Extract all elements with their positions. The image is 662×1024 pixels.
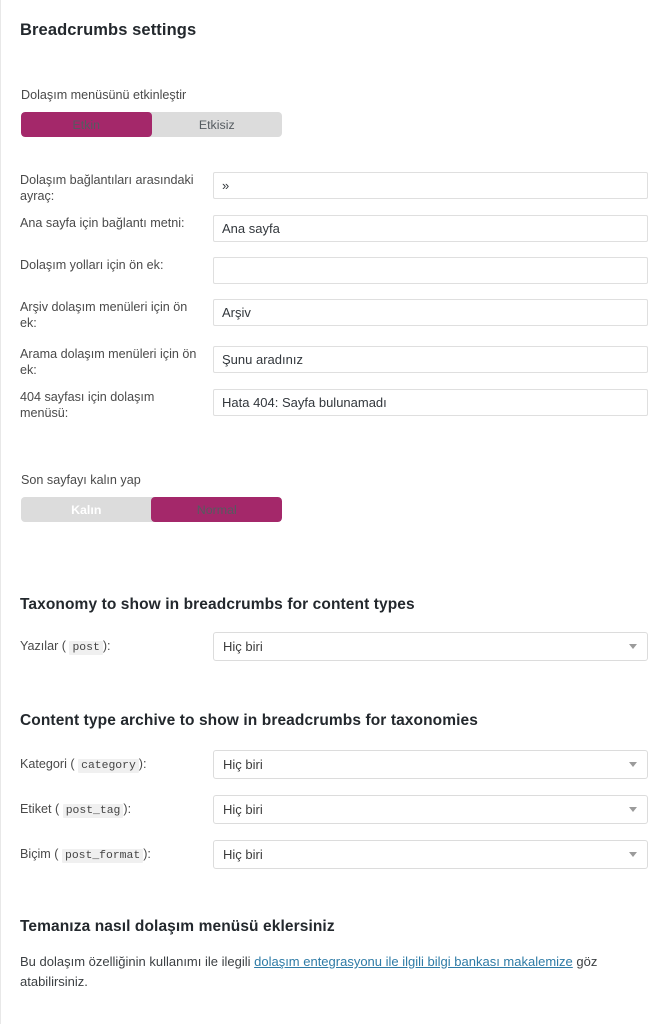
archive-prefix-label: Arşiv dolaşım menüleri için ön ek: xyxy=(20,300,188,330)
category-select[interactable]: Hiç biri xyxy=(213,750,648,779)
label-text-before: Yazılar ( xyxy=(20,639,66,653)
howto-section-title: Temanıza nasıl dolaşım menüsü eklersiniz xyxy=(20,918,335,935)
table-row: Dolaşım bağlantıları arasındaki ayraç: xyxy=(1,172,662,204)
taxonomy-post-select-value: Hiç biri xyxy=(223,639,263,654)
table-row: Dolaşım yolları için ön ek: xyxy=(1,257,662,284)
table-row: Arama dolaşım menüleri için ön ek: xyxy=(1,346,662,378)
enable-menu-group: Dolaşım menüsünü etkinleştir Etkin Etkis… xyxy=(1,88,662,137)
label-text-before: Kategori ( xyxy=(20,757,75,771)
enable-menu-toggle[interactable]: Etkin Etkisiz xyxy=(21,112,282,137)
spacer-row xyxy=(1,204,662,215)
breadcrumbs-settings-page: Breadcrumbs settings Dolaşım menüsünü et… xyxy=(0,0,662,1024)
separator-label: Dolaşım bağlantıları arasındaki ayraç: xyxy=(20,173,194,203)
search-prefix-label: Arama dolaşım menüleri için ön ek: xyxy=(20,347,197,377)
post-format-select-value: Hiç biri xyxy=(223,847,263,862)
label-text-after: ): xyxy=(138,757,147,771)
post-format-select-wrap: Hiç biri xyxy=(213,840,648,869)
archive-prefix-input[interactable] xyxy=(213,299,648,326)
taxonomy-section-title: Taxonomy to show in breadcrumbs for cont… xyxy=(20,596,415,613)
home-link-text-input[interactable] xyxy=(213,215,648,242)
post-format-code: post_format xyxy=(61,849,144,863)
taxonomy-row-post-tag: Etiket ( post_tag): Hiç biri xyxy=(1,795,662,824)
breadcrumb-text-fields: Dolaşım bağlantıları arasındaki ayraç: A… xyxy=(1,172,662,421)
category-select-value: Hiç biri xyxy=(223,757,263,772)
label-text-after: ): xyxy=(102,639,111,653)
notfound-text-label: 404 sayfası için dolaşım menüsü: xyxy=(20,390,155,420)
notfound-text-input[interactable] xyxy=(213,389,648,416)
spacer-row xyxy=(1,378,662,389)
taxonomy-row-category-label: Kategori ( category): xyxy=(1,757,213,773)
post-tag-select-value: Hiç biri xyxy=(223,802,263,817)
separator-input[interactable] xyxy=(213,172,648,199)
content-type-section-title: Content type archive to show in breadcru… xyxy=(20,712,478,729)
breadcrumbs-prefix-label: Dolaşım yolları için ön ek: xyxy=(20,258,164,272)
taxonomy-row-post: Yazılar ( post): Hiç biri xyxy=(1,632,662,661)
table-row: Ana sayfa için bağlantı metni: xyxy=(1,215,662,242)
spacer-row xyxy=(1,284,662,299)
bold-last-page-toggle[interactable]: Kalın Normal xyxy=(21,497,282,522)
table-row: 404 sayfası için dolaşım menüsü: xyxy=(1,389,662,421)
taxonomy-row-post-tag-label: Etiket ( post_tag): xyxy=(1,802,213,818)
bold-last-page-group: Son sayfayı kalın yap Kalın Normal xyxy=(1,473,662,522)
taxonomy-post-select[interactable]: Hiç biri xyxy=(213,632,648,661)
bold-last-page-label: Son sayfayı kalın yap xyxy=(21,473,141,487)
taxonomy-section: Taxonomy to show in breadcrumbs for cont… xyxy=(1,596,662,661)
spacer-row xyxy=(1,331,662,346)
enable-menu-option-on[interactable]: Etkin xyxy=(21,112,152,137)
category-select-wrap: Hiç biri xyxy=(213,750,648,779)
taxonomy-row-category: Kategori ( category): Hiç biri xyxy=(1,750,662,779)
category-code: category xyxy=(78,759,139,773)
bold-last-page-option-bold[interactable]: Kalın xyxy=(21,497,152,522)
post-tag-code: post_tag xyxy=(62,804,124,818)
post-tag-select[interactable]: Hiç biri xyxy=(213,795,648,824)
howto-paragraph: Bu dolaşım özelliğinin kullanımı ile ile… xyxy=(1,952,662,992)
post-tag-select-wrap: Hiç biri xyxy=(213,795,648,824)
label-text-after: ): xyxy=(143,847,151,861)
howto-section: Temanıza nasıl dolaşım menüsü eklersiniz… xyxy=(1,918,662,992)
knowledge-base-link[interactable]: dolaşım entegrasyonu ile ilgili bilgi ba… xyxy=(254,954,573,969)
taxonomy-row-post-label: Yazılar ( post): xyxy=(1,639,213,655)
taxonomy-row-post-format: Biçim ( post_format): Hiç biri xyxy=(1,840,662,869)
content-type-archive-section: Content type archive to show in breadcru… xyxy=(1,712,662,869)
table-row: Arşiv dolaşım menüleri için ön ek: xyxy=(1,299,662,331)
settings-form-table: Dolaşım bağlantıları arasındaki ayraç: A… xyxy=(1,172,662,421)
taxonomy-post-select-wrap: Hiç biri xyxy=(213,632,648,661)
taxonomy-row-post-format-label: Biçim ( post_format): xyxy=(1,847,213,863)
howto-text-before: Bu dolaşım özelliğinin kullanımı ile ile… xyxy=(20,954,255,969)
enable-menu-label: Dolaşım menüsünü etkinleştir xyxy=(21,88,187,102)
post-format-select[interactable]: Hiç biri xyxy=(213,840,648,869)
label-text-after: ): xyxy=(123,802,132,816)
breadcrumbs-prefix-input[interactable] xyxy=(213,257,648,284)
spacer-row xyxy=(1,242,662,257)
search-prefix-input[interactable] xyxy=(213,346,648,373)
bold-last-page-option-normal[interactable]: Normal xyxy=(152,497,283,522)
page-title: Breadcrumbs settings xyxy=(20,21,197,39)
post-type-code: post xyxy=(69,641,103,655)
label-text-before: Biçim ( xyxy=(20,847,59,861)
label-text-before: Etiket ( xyxy=(20,802,60,816)
home-link-text-label: Ana sayfa için bağlantı metni: xyxy=(20,216,185,230)
enable-menu-option-off[interactable]: Etkisiz xyxy=(152,112,283,137)
